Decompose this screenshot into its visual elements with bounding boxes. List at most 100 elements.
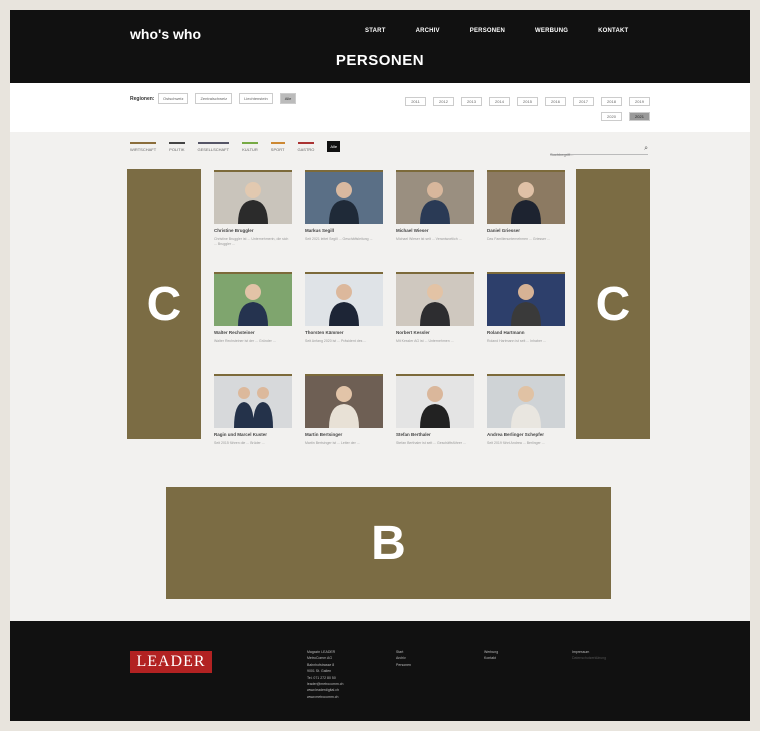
year-filter: 2011 2012 2013 2014 2015 2016 2017 2018 … xyxy=(400,97,650,121)
category-tab-politik[interactable]: POLITIK xyxy=(169,142,185,152)
leader-logo[interactable]: LEADER xyxy=(130,651,212,673)
ad-banner-bottom[interactable]: B xyxy=(166,487,611,599)
category-tab-gesellschaft[interactable]: GESELLSCHAFT xyxy=(197,142,230,152)
person-name[interactable]: Martin Bertsinger xyxy=(305,432,383,438)
person-card[interactable]: Andrea Berlinger Schepfer Seit 2019 führ… xyxy=(487,374,565,476)
portrait-image xyxy=(396,376,474,428)
footer-legal: Impressum Datenschutzerklärung xyxy=(572,649,606,662)
person-name[interactable]: Daniel Griesser xyxy=(487,228,565,234)
person-description: Michael Wieser ist seit ... Verantwortli… xyxy=(396,237,462,241)
portrait-image xyxy=(214,172,292,224)
person-photo[interactable] xyxy=(214,272,292,326)
person-name[interactable]: Michael Wieser xyxy=(396,228,474,234)
ad-banner-left[interactable]: C xyxy=(127,169,201,439)
portrait-image xyxy=(487,172,565,224)
year-button[interactable]: 2019 xyxy=(629,97,650,106)
site-logo[interactable]: who's who xyxy=(130,26,201,42)
site-header: who's who START ARCHIV PERSONEN WERBUNG … xyxy=(10,10,750,83)
search-box: ⌕ xyxy=(550,143,648,160)
footer-address: Magazin LEADER MetroComm AG Bahnhofstras… xyxy=(307,649,343,700)
person-photo[interactable] xyxy=(487,170,565,224)
person-photo[interactable] xyxy=(487,374,565,428)
portrait-image xyxy=(305,376,383,428)
person-card[interactable]: Thorsten Kämmer Seit Anfang 2020 ist ...… xyxy=(305,272,383,374)
year-button[interactable]: 2015 xyxy=(517,97,538,106)
footer-link[interactable]: Kontakt xyxy=(484,655,498,661)
portrait-image xyxy=(396,172,474,224)
nav-werbung[interactable]: WERBUNG xyxy=(535,28,568,34)
person-name[interactable]: Ragin und Marcel Kuster xyxy=(214,432,292,438)
year-button[interactable]: 2017 xyxy=(573,97,594,106)
person-description: Walter Rechsteiner ist der ... Gründer .… xyxy=(214,339,276,343)
person-description: Seit 2019 führt Andrea ... Berlinger ... xyxy=(487,441,545,445)
page-title: PERSONEN xyxy=(335,52,425,69)
person-name[interactable]: Roland Hartmann xyxy=(487,330,565,336)
category-tab-sport[interactable]: SPORT xyxy=(270,142,285,152)
person-card[interactable]: Roland Hartmann Roland Hartmann ist seit… xyxy=(487,272,565,374)
person-description: Martin Bertsinger ist ... Leiter der ... xyxy=(305,441,360,445)
nav-start[interactable]: START xyxy=(365,28,386,34)
portrait-image xyxy=(305,172,383,224)
person-card[interactable]: Christine Bruggler Christine Bruggler is… xyxy=(214,170,292,272)
year-button-active[interactable]: 2021 xyxy=(629,112,650,121)
nav-personen[interactable]: PERSONEN xyxy=(470,28,505,34)
person-card[interactable]: Markus Segill Seit 2021 leitet Segill ..… xyxy=(305,170,383,272)
person-card[interactable]: Ragin und Marcel Kuster Seit 2015 führen… xyxy=(214,374,292,476)
year-button[interactable]: 2016 xyxy=(545,97,566,106)
year-button[interactable]: 2013 xyxy=(461,97,482,106)
ad-banner-right[interactable]: C xyxy=(576,169,650,439)
category-tab-kultur[interactable]: KULTUR xyxy=(242,142,258,152)
person-name[interactable]: Thorsten Kämmer xyxy=(305,330,383,336)
person-description: Seit Anfang 2020 ist ... Präsident des .… xyxy=(305,339,367,343)
footer-link[interactable]: www.metrocomm.ch xyxy=(307,694,343,700)
person-name[interactable]: Markus Segill xyxy=(305,228,383,234)
nav-archiv[interactable]: ARCHIV xyxy=(416,28,440,34)
person-description: Christine Bruggler ist ... Unternehmerin… xyxy=(214,237,289,246)
footer-link-privacy[interactable]: Datenschutzerklärung xyxy=(572,655,606,661)
region-button[interactable]: Zentralschweiz xyxy=(195,93,233,104)
region-filter: Ostschweiz Zentralschweiz Liechtenstein … xyxy=(158,93,297,104)
footer-link[interactable]: Personen xyxy=(396,662,411,668)
year-button[interactable]: 2012 xyxy=(433,97,454,106)
person-photo[interactable] xyxy=(396,170,474,224)
person-photo[interactable] xyxy=(305,374,383,428)
category-tab-gastro[interactable]: GASTRO xyxy=(297,142,315,152)
person-card[interactable]: Michael Wieser Michael Wieser ist seit .… xyxy=(396,170,474,272)
person-card[interactable]: Daniel Griesser Das Familienunternehmen … xyxy=(487,170,565,272)
nav-kontakt[interactable]: KONTAKT xyxy=(598,28,628,34)
person-description: Seit 2021 leitet Segill ... Geschäftslei… xyxy=(305,237,373,241)
region-button[interactable]: Liechtenstein xyxy=(239,93,273,104)
year-button[interactable]: 2018 xyxy=(601,97,622,106)
portrait-image xyxy=(487,274,565,326)
region-button[interactable]: Ostschweiz xyxy=(158,93,189,104)
person-name[interactable]: Andrea Berlinger Schepfer xyxy=(487,432,565,438)
search-icon[interactable]: ⌕ xyxy=(644,145,648,153)
person-card[interactable]: Walter Rechsteiner Walter Rechsteiner is… xyxy=(214,272,292,374)
person-photo[interactable] xyxy=(305,170,383,224)
category-tab-wirtschaft[interactable]: WIRTSCHAFT xyxy=(130,142,157,152)
person-photo[interactable] xyxy=(214,374,292,428)
footer-link[interactable]: www.leaderdigital.ch xyxy=(307,687,343,693)
person-photo[interactable] xyxy=(214,170,292,224)
person-photo[interactable] xyxy=(396,374,474,428)
category-tabs: WIRTSCHAFT POLITIK GESELLSCHAFT KULTUR S… xyxy=(130,141,353,152)
person-name[interactable]: Walter Rechsteiner xyxy=(214,330,292,336)
person-name[interactable]: Stefan Berthaler xyxy=(396,432,474,438)
regions-label: Regionen: xyxy=(130,96,155,102)
region-button-all[interactable]: Alle xyxy=(279,93,297,104)
category-tab-alle[interactable]: Alle xyxy=(327,141,341,152)
year-button[interactable]: 2011 xyxy=(405,97,426,106)
year-button[interactable]: 2014 xyxy=(489,97,510,106)
person-photo[interactable] xyxy=(487,272,565,326)
person-photo[interactable] xyxy=(396,272,474,326)
person-name[interactable]: Norbert Kessler xyxy=(396,330,474,336)
person-card[interactable]: Stefan Berthaler Stefan Berthaler ist se… xyxy=(396,374,474,476)
year-button[interactable]: 2020 xyxy=(601,112,622,121)
person-name[interactable]: Christine Bruggler xyxy=(214,228,292,234)
portrait-image xyxy=(305,274,383,326)
person-card[interactable]: Martin Bertsinger Martin Bertsinger ist … xyxy=(305,374,383,476)
person-card[interactable]: Norbert Kessler Mit Kessler AG ist ... U… xyxy=(396,272,474,374)
person-photo[interactable] xyxy=(305,272,383,326)
portrait-image xyxy=(214,376,292,428)
search-input[interactable] xyxy=(550,149,630,160)
